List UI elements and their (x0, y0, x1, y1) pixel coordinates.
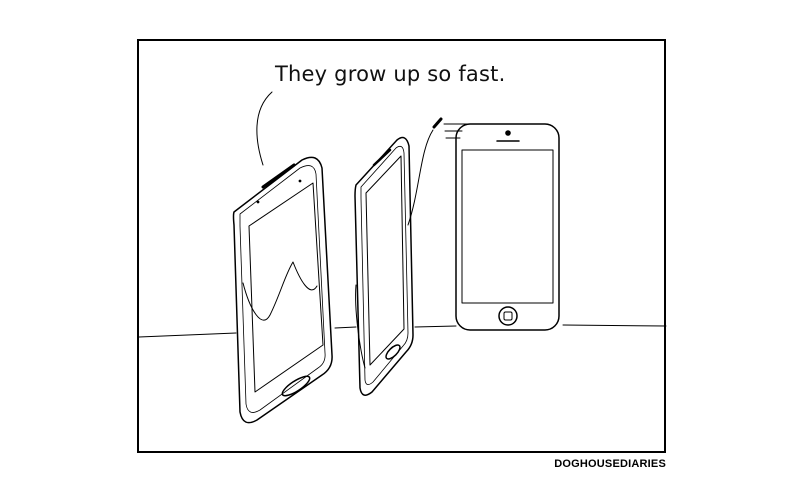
small-phone-icon (455, 123, 560, 331)
author-credit: DOGHOUSEDIARIES (554, 458, 666, 470)
comic-page: They grow up so fast. DOGHOUSEDIARIES (0, 0, 800, 500)
speech-text: They grow up so fast. (275, 62, 506, 86)
speech-tail-line-right (407, 129, 434, 226)
speech-tail-line (256, 91, 273, 166)
large-phone-icon (232, 156, 333, 424)
speech-motion-mark (432, 117, 443, 129)
medium-phone-icon (354, 136, 414, 396)
